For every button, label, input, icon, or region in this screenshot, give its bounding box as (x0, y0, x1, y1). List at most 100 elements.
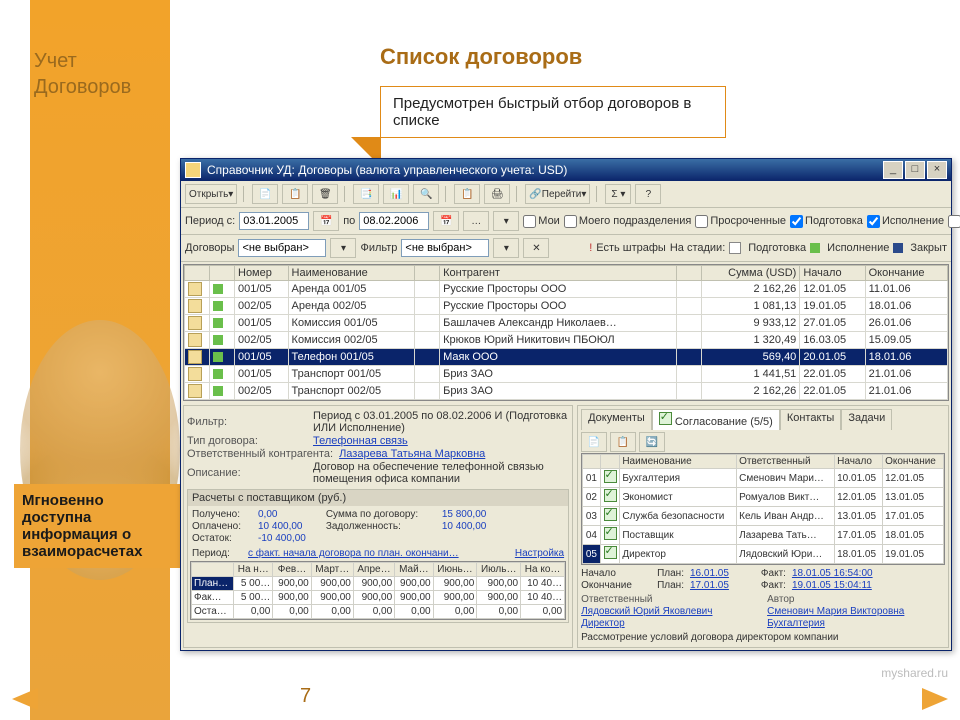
tool-icon[interactable]: 📋 (282, 184, 308, 204)
table-row[interactable]: 001/05Транспорт 001/05Бриз ЗАО1 441,5122… (185, 366, 948, 383)
sum-button[interactable]: Σ ▾ (605, 184, 631, 204)
watermark: myshared.ru (881, 666, 948, 680)
tab-documents[interactable]: Документы (581, 409, 652, 430)
table-row[interactable]: 001/05Комиссия 001/05Башлачев Александр … (185, 315, 948, 332)
approval-note: Рассмотрение условий договора директором… (581, 632, 945, 643)
plan-start[interactable]: 16.01.05 (690, 568, 729, 579)
details-panel: Фильтр: Период с 03.01.2005 по 08.02.200… (183, 405, 573, 648)
dogovory-select[interactable] (238, 239, 326, 257)
contracts-grid[interactable]: Номер Наименование Контрагент Сумма (USD… (183, 264, 949, 401)
right-panel: Документы Согласование (5/5) Контакты За… (577, 405, 949, 648)
app-icon (185, 162, 201, 178)
approval-grid[interactable]: НаименованиеОтветственныйНачалоОкончание… (581, 453, 945, 565)
slide-main-title: Список договоров (380, 44, 582, 70)
period-to-label: по (343, 215, 355, 227)
approval-row[interactable]: 04ПоставщикЛазарева Тать…17.01.0518.01.0… (583, 526, 944, 545)
maximize-button[interactable]: □ (905, 161, 925, 179)
filter-label: Фильтр (360, 242, 397, 254)
approval-tool-icon[interactable]: 📄 (581, 432, 607, 452)
tool-icon[interactable]: 📊 (383, 184, 409, 204)
close-button[interactable]: × (927, 161, 947, 179)
tool-icon[interactable]: 🖨 (484, 184, 510, 204)
tool-icon[interactable]: 📄 (252, 184, 278, 204)
titlebar[interactable]: Справочник УД: Договоры (валюта управлен… (181, 159, 951, 181)
goto-button[interactable]: 🔗 Перейти ▾ (525, 184, 590, 204)
open-button[interactable]: Открыть ▾ (185, 184, 237, 204)
period-pick-button[interactable]: … (463, 211, 489, 231)
fact-start[interactable]: 18.01.05 16:54:00 (792, 568, 873, 579)
tool-icon[interactable]: 📑 (353, 184, 379, 204)
minimize-button[interactable]: _ (883, 161, 903, 179)
table-row[interactable]: 002/05Комиссия 002/05Крюков Юрий Никитов… (185, 332, 948, 349)
period-bar: Период с: 📅 по 📅 … ▾ Мои Моего подраздел… (181, 208, 951, 235)
table-row[interactable]: 001/05Телефон 001/05Маяк ООО569,4020.01.… (185, 349, 948, 366)
approval-row[interactable]: 05ДиректорЛядовский Юри…18.01.0519.01.05 (583, 545, 944, 564)
months-row[interactable]: План…5 00…900,00900,00900,00900,00900,00… (192, 577, 565, 591)
responsible-link[interactable]: Лазарева Татьяна Марковна (339, 448, 485, 460)
filter-select[interactable] (401, 239, 489, 257)
contracts-window: Справочник УД: Договоры (валюта управлен… (180, 158, 952, 651)
chk-my[interactable]: Мои (523, 215, 560, 228)
table-row[interactable]: 001/05Аренда 001/05Русские Просторы ООО2… (185, 281, 948, 298)
chk-closed[interactable]: Закрытые (948, 215, 960, 228)
author-link[interactable]: Сменович Мария Викторовна (767, 606, 904, 617)
contract-sum-val: 15 800,00 (442, 509, 487, 520)
callout-filter: Предусмотрен быстрый отбор договоров в с… (380, 86, 726, 138)
help-button[interactable]: ? (635, 184, 661, 204)
stage-label: На стадии: (670, 242, 725, 254)
calendar-icon[interactable]: 📅 (433, 211, 459, 231)
contract-type-link[interactable]: Телефонная связь (313, 435, 408, 447)
approval-row[interactable]: 03Служба безопасностиКель Иван Андр…13.0… (583, 507, 944, 526)
filter-summary-label: Фильтр: (187, 416, 307, 428)
table-row[interactable]: 002/05Транспорт 002/05Бриз ЗАО2 162,2622… (185, 383, 948, 400)
calendar-icon[interactable]: 📅 (313, 211, 339, 231)
period-from-input[interactable] (239, 212, 309, 230)
chk-dept[interactable]: Моего подразделения (564, 215, 692, 228)
dir-link[interactable]: Директор (581, 618, 761, 629)
filter-dd[interactable]: ▾ (493, 238, 519, 258)
tab-approval[interactable]: Согласование (5/5) (652, 409, 780, 430)
calc-settings-link[interactable]: Настройка (515, 548, 564, 559)
main-toolbar: Открыть ▾ 📄 📋 🗑 📑 📊 🔍 📋 🖨 🔗 Перейти ▾ Σ … (181, 181, 951, 208)
months-row[interactable]: Фак…5 00…900,00900,00900,00900,00900,009… (192, 591, 565, 605)
dogovory-dd[interactable]: ▾ (330, 238, 356, 258)
fact-end[interactable]: 19.01.05 15:04:11 (792, 580, 872, 591)
calc-title: Расчеты с поставщиком (руб.) (188, 490, 568, 506)
tool-icon[interactable]: 🗑 (312, 184, 338, 204)
resp-person-link[interactable]: Лядовский Юрий Яковлевич (581, 606, 761, 617)
chk-overdue[interactable]: Просроченные (695, 215, 786, 228)
tab-tasks[interactable]: Задачи (841, 409, 892, 430)
page-number: 7 (300, 685, 311, 708)
period-from-label: Период с: (185, 215, 235, 227)
stage-exec-icon (810, 243, 820, 253)
tab-contacts[interactable]: Контакты (780, 409, 842, 430)
desc-label: Описание: (187, 467, 307, 479)
period-dropdown[interactable]: ▾ (493, 211, 519, 231)
next-slide-button[interactable] (922, 688, 948, 710)
period-to-input[interactable] (359, 212, 429, 230)
type-label: Тип договора: (187, 435, 307, 447)
calc-period-link[interactable]: с факт. начала договора по план. окончан… (248, 548, 459, 559)
tool-icon[interactable]: 🔍 (413, 184, 439, 204)
table-row[interactable]: 002/05Аренда 002/05Русские Просторы ООО1… (185, 298, 948, 315)
penalty-label: Есть штрафы (596, 242, 666, 254)
filter-clear[interactable]: ✕ (523, 238, 549, 258)
approval-row[interactable]: 01БухгалтерияСменович Мари…10.01.0512.01… (583, 469, 944, 488)
chk-prep[interactable]: Подготовка (790, 215, 863, 228)
filter-bar-2: Договоры ▾ Фильтр ▾ ✕ ! Есть штрафы На с… (181, 235, 951, 262)
months-row[interactable]: Оста…0,000,000,000,000,000,000,000,00 (192, 605, 565, 619)
chk-exec[interactable]: Исполнение (867, 215, 944, 228)
slide-side-title: Учет Договоров (34, 48, 131, 100)
tool-icon[interactable]: 📋 (454, 184, 480, 204)
months-grid[interactable]: На н…Фев…Март…Апре…Май…Июнь…Июль…На ко…П… (190, 561, 566, 620)
received-val: 0,00 (258, 509, 277, 520)
filter-summary: Период с 03.01.2005 по 08.02.2006 И (Под… (313, 410, 569, 434)
approval-row[interactable]: 02ЭкономистРомуалов Викт…12.01.0513.01.0… (583, 488, 944, 507)
paid-val: 10 400,00 (258, 521, 303, 532)
approval-tool-icon[interactable]: 🔄 (639, 432, 665, 452)
plan-end[interactable]: 17.01.05 (690, 580, 729, 591)
buh-link[interactable]: Бухгалтерия (767, 618, 825, 629)
stage-closed-icon (893, 243, 903, 253)
approval-tool-icon[interactable]: 📋 (610, 432, 636, 452)
window-title: Справочник УД: Договоры (валюта управлен… (207, 163, 567, 177)
